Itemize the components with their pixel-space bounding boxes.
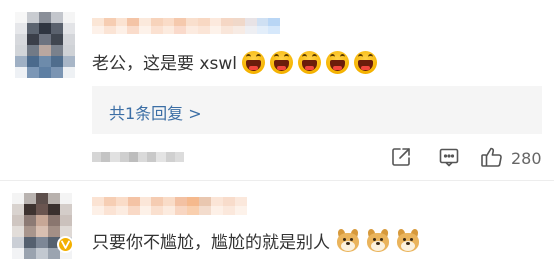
username-blurred[interactable] bbox=[92, 197, 247, 215]
thumbs-up-icon[interactable] bbox=[480, 146, 502, 168]
timestamp-blurred bbox=[92, 152, 184, 162]
laughing-emoji-icon bbox=[353, 51, 377, 74]
username-blurred[interactable] bbox=[92, 18, 280, 34]
laughing-emoji-icon bbox=[241, 51, 265, 74]
avatar[interactable] bbox=[15, 12, 75, 78]
laughing-emoji-icon bbox=[297, 51, 321, 74]
comment-body: 只要你不尴尬，尴尬的就是别人 bbox=[92, 233, 330, 253]
doge-emoji-icon bbox=[396, 228, 420, 253]
comment-divider bbox=[0, 180, 554, 181]
comment-text: 老公，这是要 xswl bbox=[92, 49, 377, 74]
like-count: 280 bbox=[511, 149, 542, 168]
comment-text: 只要你不尴尬，尴尬的就是别人 bbox=[92, 228, 420, 253]
share-icon[interactable] bbox=[390, 146, 412, 168]
view-replies-link[interactable]: 共1条回复 > bbox=[109, 100, 202, 124]
laughing-emoji-icon bbox=[325, 51, 349, 74]
comment-body: 老公，这是要 xswl bbox=[92, 54, 237, 74]
doge-emoji-icon bbox=[366, 228, 390, 253]
verified-badge-icon bbox=[57, 236, 74, 253]
laughing-emoji-icon bbox=[269, 51, 293, 74]
comment-icon[interactable] bbox=[438, 146, 460, 168]
doge-emoji-icon bbox=[336, 228, 360, 253]
